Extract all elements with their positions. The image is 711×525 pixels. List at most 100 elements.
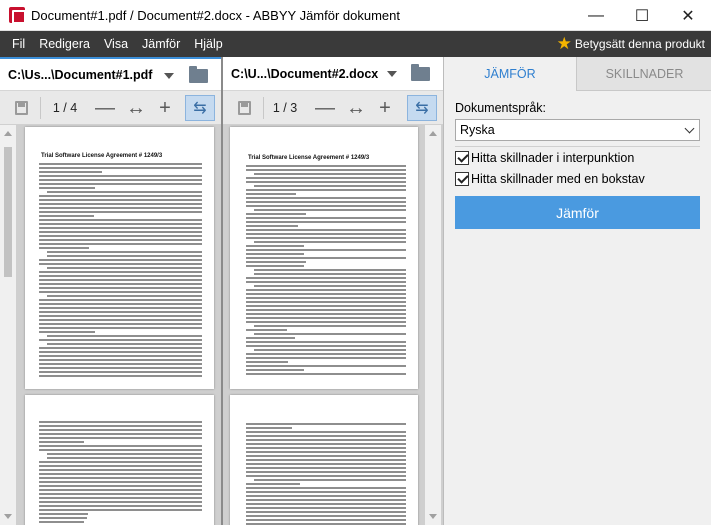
folder-icon[interactable] — [189, 66, 208, 83]
text-line — [254, 273, 406, 275]
text-line — [39, 167, 202, 169]
save-button[interactable] — [10, 91, 32, 125]
text-line — [39, 203, 202, 205]
sync-scroll-button[interactable]: ⇆ — [407, 95, 437, 121]
menu-bar: Fil Redigera Visa Jämför Hjälp ★ Betygsä… — [0, 31, 711, 57]
text-line — [39, 163, 202, 165]
text-line — [246, 301, 406, 303]
left-document-view[interactable]: Trial Software License Agreement # 1249/… — [0, 125, 221, 525]
maximize-button[interactable]: ☐ — [619, 0, 665, 31]
punctuation-option[interactable]: Hitta skillnader i interpunktion — [455, 151, 634, 165]
text-line — [254, 325, 406, 327]
left-vertical-scrollbar[interactable] — [0, 125, 16, 525]
zoom-in-button[interactable]: + — [374, 91, 396, 125]
text-line — [47, 453, 202, 455]
menu-view[interactable]: Visa — [97, 37, 135, 51]
left-page-indicator[interactable]: 1 / 4 — [50, 91, 80, 125]
text-line — [246, 507, 406, 509]
text-line — [47, 295, 202, 297]
text-line — [246, 297, 406, 299]
chevron-down-icon[interactable] — [164, 73, 174, 79]
scroll-down-arrow-icon[interactable] — [4, 514, 12, 519]
left-document-toolbar: 1 / 4 — ↔ + ⇆ — [0, 91, 221, 125]
right-page-indicator[interactable]: 1 / 3 — [270, 91, 300, 125]
scrollbar-thumb[interactable] — [4, 147, 12, 277]
one-letter-option[interactable]: Hitta skillnader med en bokstav — [455, 172, 645, 186]
text-line — [39, 199, 202, 201]
text-line — [39, 473, 202, 475]
text-line — [246, 165, 406, 167]
one-letter-checkbox[interactable] — [455, 172, 469, 186]
text-line — [39, 465, 202, 467]
text-line — [246, 305, 406, 307]
text-line — [246, 447, 406, 449]
title-bar: Document#1.pdf / Document#2.docx - ABBYY… — [0, 0, 711, 31]
text-line — [246, 357, 406, 359]
text-line — [47, 251, 202, 253]
left-document-name[interactable]: C:\Us...\Document#1.pdf — [8, 68, 152, 82]
right-document-name[interactable]: C:\U...\Document#2.docx — [231, 67, 378, 81]
text-line — [254, 241, 406, 243]
text-line — [39, 239, 202, 241]
compare-button[interactable]: Jämför — [455, 196, 700, 229]
punctuation-checkbox[interactable] — [455, 151, 469, 165]
menu-file[interactable]: Fil — [5, 37, 32, 51]
right-vertical-scrollbar[interactable] — [425, 125, 441, 525]
text-line — [39, 207, 202, 209]
compare-panel: JÄMFÖR SKILLNADER Dokumentspråk: Ryska H… — [443, 57, 711, 525]
menu-help[interactable]: Hjälp — [187, 37, 230, 51]
text-line — [39, 195, 202, 197]
text-line — [246, 201, 406, 203]
document-language-select[interactable]: Ryska — [455, 119, 700, 141]
zoom-out-button[interactable]: — — [314, 91, 336, 125]
text-line — [246, 313, 406, 315]
fit-width-button[interactable]: ↔ — [344, 91, 368, 125]
left-page-2 — [25, 395, 214, 525]
text-line — [246, 281, 406, 283]
text-line — [246, 515, 406, 517]
text-line — [39, 319, 202, 321]
text-line — [246, 463, 406, 465]
menu-edit[interactable]: Redigera — [32, 37, 97, 51]
text-line — [47, 343, 202, 345]
zoom-out-button[interactable]: — — [94, 91, 116, 125]
save-button[interactable] — [233, 91, 255, 125]
text-line — [254, 173, 406, 175]
scroll-down-arrow-icon[interactable] — [429, 514, 437, 519]
text-line — [246, 423, 406, 425]
text-line — [246, 257, 406, 259]
text-line — [246, 329, 288, 331]
minimize-button[interactable]: — — [573, 0, 619, 31]
rate-product-link[interactable]: ★ Betygsätt denna produkt — [557, 31, 705, 57]
fit-width-button[interactable]: ↔ — [124, 91, 148, 125]
scroll-up-arrow-icon[interactable] — [429, 131, 437, 136]
text-line — [246, 205, 406, 207]
close-button[interactable]: ✕ — [665, 0, 711, 31]
text-line — [39, 307, 202, 309]
text-line — [254, 209, 406, 211]
toolbar-divider — [263, 97, 264, 119]
text-line — [39, 231, 202, 233]
text-line — [39, 505, 202, 507]
text-line — [39, 477, 202, 479]
tab-differences[interactable]: SKILLNADER — [576, 57, 711, 91]
scroll-up-arrow-icon[interactable] — [4, 131, 12, 136]
tab-compare[interactable]: JÄMFÖR — [444, 57, 576, 91]
text-line — [246, 221, 406, 223]
right-document-view[interactable]: Trial Software License Agreement # 1249/… — [223, 125, 443, 525]
zoom-in-button[interactable]: + — [154, 91, 176, 125]
folder-icon[interactable] — [411, 64, 430, 81]
text-line — [39, 275, 202, 277]
text-line — [246, 217, 406, 219]
sync-scroll-button[interactable]: ⇆ — [185, 95, 215, 121]
text-line — [39, 259, 202, 261]
text-line — [39, 271, 202, 273]
text-line — [246, 253, 304, 255]
menu-compare[interactable]: Jämför — [135, 37, 187, 51]
text-line — [246, 467, 406, 469]
text-line — [246, 337, 295, 339]
panel-tabs: JÄMFÖR SKILLNADER — [444, 57, 711, 91]
chevron-down-icon[interactable] — [387, 71, 397, 77]
text-line — [246, 181, 406, 183]
text-line — [39, 291, 202, 293]
